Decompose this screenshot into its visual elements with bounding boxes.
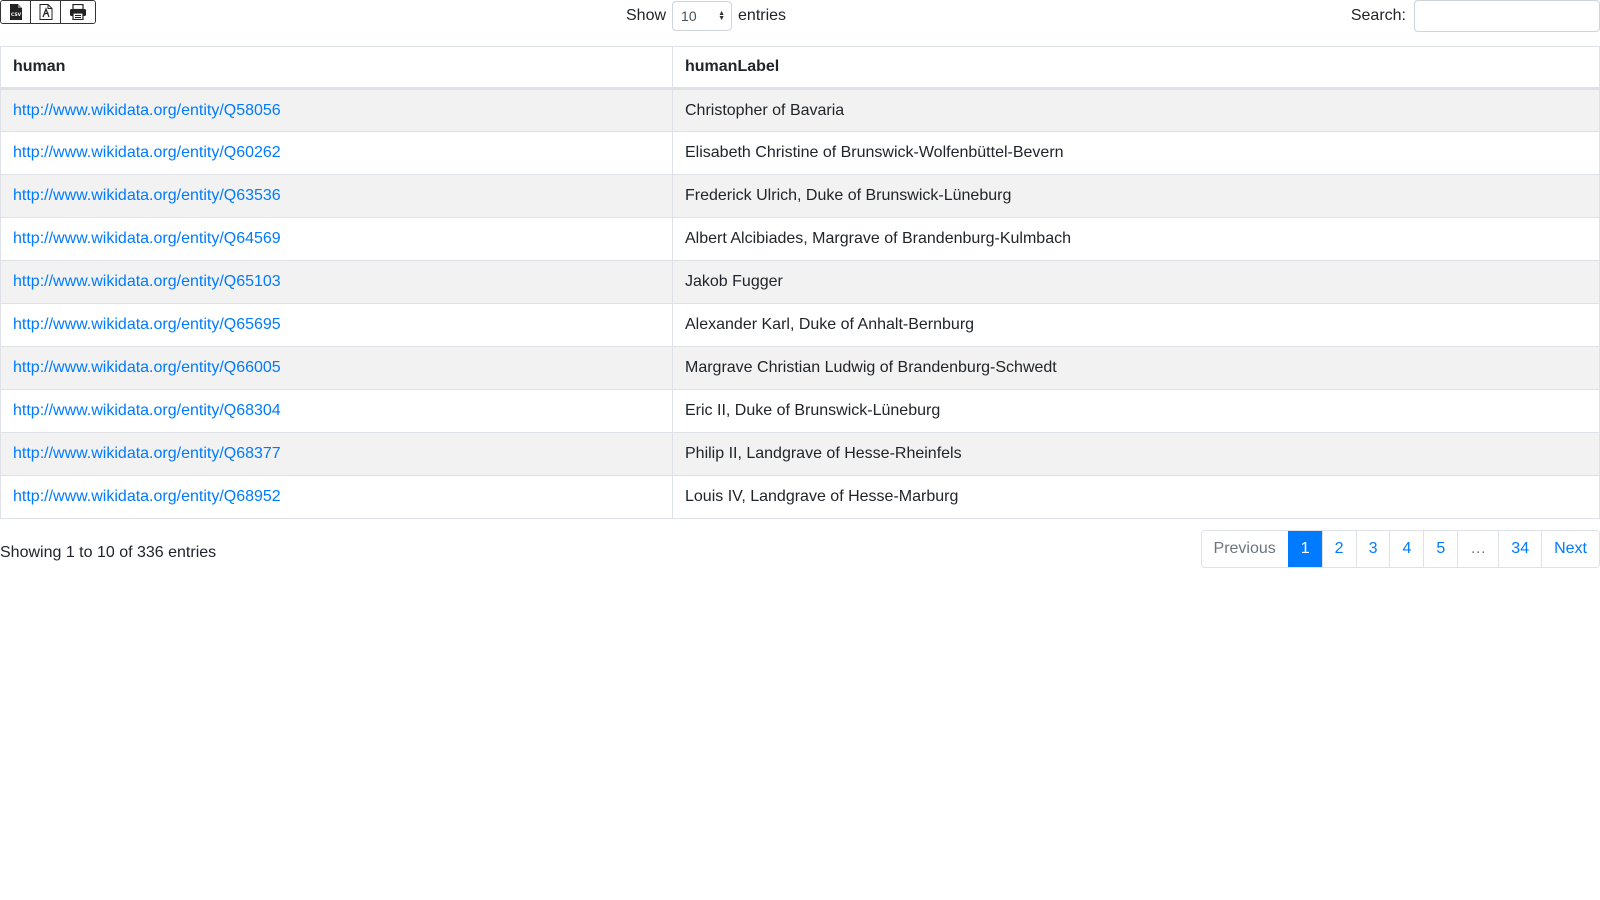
- label-cell: Eric II, Duke of Brunswick-Lüneburg: [672, 389, 1600, 433]
- human-cell: http://www.wikidata.org/entity/Q68377: [0, 432, 673, 476]
- export-csv-button[interactable]: CSV: [1, 1, 31, 23]
- entries-per-page-value: 10: [681, 8, 697, 24]
- table-info-text: Showing 1 to 10 of 336 entries: [0, 544, 217, 561]
- table-toolbar: CSV Show 10 ▲ ▼ entries Search:: [0, 0, 1600, 40]
- human-cell: http://www.wikidata.org/entity/Q64569: [0, 217, 673, 261]
- label-cell: Albert Alcibiades, Margrave of Brandenbu…: [672, 217, 1600, 261]
- printer-icon: [70, 4, 86, 20]
- results-table: human humanLabel http://www.wikidata.org…: [0, 46, 1600, 519]
- table-row: http://www.wikidata.org/entity/Q68377 Ph…: [0, 432, 1600, 476]
- entity-link[interactable]: http://www.wikidata.org/entity/Q63536: [13, 187, 281, 204]
- svg-text:CSV: CSV: [10, 12, 21, 18]
- page-button-34[interactable]: 34: [1498, 531, 1542, 567]
- previous-page-button[interactable]: Previous: [1201, 531, 1288, 567]
- table-row: http://www.wikidata.org/entity/Q58056 Ch…: [0, 88, 1600, 132]
- page-button-5[interactable]: 5: [1423, 531, 1458, 567]
- pagination-ellipsis: …: [1457, 531, 1499, 567]
- label-cell: Alexander Karl, Duke of Anhalt-Bernburg: [672, 303, 1600, 347]
- pagination: Previous 1 2 3 4 5 … 34 Next: [1200, 530, 1600, 568]
- human-cell: http://www.wikidata.org/entity/Q68304: [0, 389, 673, 433]
- entity-link[interactable]: http://www.wikidata.org/entity/Q58056: [13, 102, 281, 119]
- entity-link[interactable]: http://www.wikidata.org/entity/Q65103: [13, 273, 281, 290]
- human-cell: http://www.wikidata.org/entity/Q65103: [0, 260, 673, 304]
- page-button-2[interactable]: 2: [1321, 531, 1356, 567]
- table-row: http://www.wikidata.org/entity/Q66005 Ma…: [0, 346, 1600, 390]
- table-row: http://www.wikidata.org/entity/Q68952 Lo…: [0, 475, 1600, 519]
- export-pdf-button[interactable]: [31, 1, 61, 23]
- table-row: http://www.wikidata.org/entity/Q63536 Fr…: [0, 174, 1600, 218]
- label-cell: Philip II, Landgrave of Hesse-Rheinfels: [672, 432, 1600, 476]
- human-cell: http://www.wikidata.org/entity/Q60262: [0, 131, 673, 175]
- entries-label: entries: [738, 7, 787, 24]
- table-row: http://www.wikidata.org/entity/Q64569 Al…: [0, 217, 1600, 261]
- column-header-human[interactable]: human: [0, 46, 673, 90]
- entity-link[interactable]: http://www.wikidata.org/entity/Q68952: [13, 488, 281, 505]
- pdf-file-icon: [39, 4, 52, 20]
- table-row: http://www.wikidata.org/entity/Q60262 El…: [0, 131, 1600, 175]
- export-buttons: CSV: [0, 0, 96, 24]
- entity-link[interactable]: http://www.wikidata.org/entity/Q60262: [13, 144, 281, 161]
- label-cell: Louis IV, Landgrave of Hesse-Marburg: [672, 475, 1600, 519]
- entity-link[interactable]: http://www.wikidata.org/entity/Q68304: [13, 402, 281, 419]
- page-button-1[interactable]: 1: [1287, 531, 1322, 567]
- entity-link[interactable]: http://www.wikidata.org/entity/Q65695: [13, 316, 281, 333]
- human-cell: http://www.wikidata.org/entity/Q66005: [0, 346, 673, 390]
- show-label: Show: [626, 7, 667, 24]
- label-cell: Elisabeth Christine of Brunswick-Wolfenb…: [672, 131, 1600, 175]
- entity-link[interactable]: http://www.wikidata.org/entity/Q64569: [13, 230, 281, 247]
- label-cell: Christopher of Bavaria: [672, 88, 1600, 132]
- entity-link[interactable]: http://www.wikidata.org/entity/Q68377: [13, 445, 281, 462]
- next-page-button[interactable]: Next: [1541, 531, 1599, 567]
- table-header-row: human humanLabel: [0, 46, 1600, 90]
- human-cell: http://www.wikidata.org/entity/Q58056: [0, 88, 673, 132]
- entity-link[interactable]: http://www.wikidata.org/entity/Q66005: [13, 359, 281, 376]
- search-input[interactable]: [1414, 0, 1600, 32]
- label-cell: Jakob Fugger: [672, 260, 1600, 304]
- table-row: http://www.wikidata.org/entity/Q68304 Er…: [0, 389, 1600, 433]
- column-header-humanlabel[interactable]: humanLabel: [672, 46, 1600, 90]
- print-button[interactable]: [61, 1, 95, 23]
- label-cell: Frederick Ulrich, Duke of Brunswick-Lüne…: [672, 174, 1600, 218]
- human-cell: http://www.wikidata.org/entity/Q65695: [0, 303, 673, 347]
- entries-length-control: Show 10 ▲ ▼ entries: [626, 1, 786, 31]
- label-cell: Margrave Christian Ludwig of Brandenburg…: [672, 346, 1600, 390]
- table-row: http://www.wikidata.org/entity/Q65695 Al…: [0, 303, 1600, 347]
- page-button-3[interactable]: 3: [1355, 531, 1390, 567]
- page-button-4[interactable]: 4: [1389, 531, 1424, 567]
- csv-file-icon: CSV: [9, 4, 22, 20]
- select-updown-icon: ▲ ▼: [718, 10, 726, 22]
- human-cell: http://www.wikidata.org/entity/Q68952: [0, 475, 673, 519]
- human-cell: http://www.wikidata.org/entity/Q63536: [0, 174, 673, 218]
- entries-per-page-select[interactable]: 10 ▲ ▼: [672, 1, 733, 31]
- table-row: http://www.wikidata.org/entity/Q65103 Ja…: [0, 260, 1600, 304]
- search-control: Search:: [1351, 0, 1600, 32]
- search-label: Search:: [1350, 7, 1406, 24]
